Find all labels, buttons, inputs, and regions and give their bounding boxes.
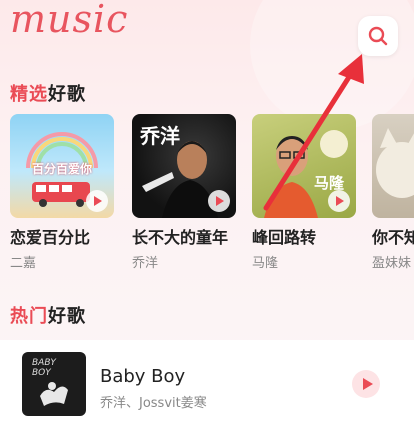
album-cover[interactable]: 百分百爱你 [10,114,114,218]
album-cover-text: 百分百爱你 [31,162,92,176]
play-button[interactable] [328,190,350,212]
song-artist: 乔洋 [132,256,159,271]
album-cover[interactable] [372,114,414,218]
search-button[interactable] [358,16,398,56]
featured-title-rest: 好歌 [48,84,86,105]
album-cover-text: BABY BOY [32,358,56,378]
song-artist: 乔洋、Jossvit姜寒 [100,396,207,411]
app-logo: music [10,0,129,41]
hot-section-title: 热门好歌 [10,302,86,328]
hot-title-accent: 热门 [10,306,48,327]
song-artist: 马隆 [252,256,279,271]
play-button[interactable] [208,190,230,212]
featured-title-accent: 精选 [10,84,48,105]
song-title: 你不知 [372,228,414,247]
song-artist: 盈妹妹 [372,256,412,271]
album-cover[interactable]: BABY BOY [22,352,86,416]
album-cover-text: 乔洋 [140,124,180,148]
featured-card[interactable]: 百分百爱你 恋爱百分比 二嘉 [10,114,114,271]
featured-card[interactable]: 马隆 峰回路转 马隆 [252,114,356,271]
play-button[interactable] [86,190,108,212]
hot-title-rest: 好歌 [48,306,86,327]
song-title: 恋爱百分比 [10,228,91,247]
song-title: 峰回路转 [252,228,317,247]
featured-section-title: 精选好歌 [10,80,86,106]
search-icon [368,26,388,46]
song-title: Baby Boy [100,366,186,387]
song-title: 长不大的童年 [132,228,229,247]
album-cover[interactable]: 乔洋 [132,114,236,218]
song-artist: 二嘉 [10,256,37,271]
featured-card[interactable]: 你不知 盈妹妹 [372,114,414,271]
featured-card[interactable]: 乔洋 长不大的童年 乔洋 [132,114,236,271]
play-button[interactable] [352,370,380,398]
featured-carousel[interactable]: 百分百爱你 恋爱百分比 二嘉 乔洋 长不大的童年 乔洋 马隆 峰回路转 马隆 你… [10,114,414,274]
album-cover[interactable]: 马隆 [252,114,356,218]
